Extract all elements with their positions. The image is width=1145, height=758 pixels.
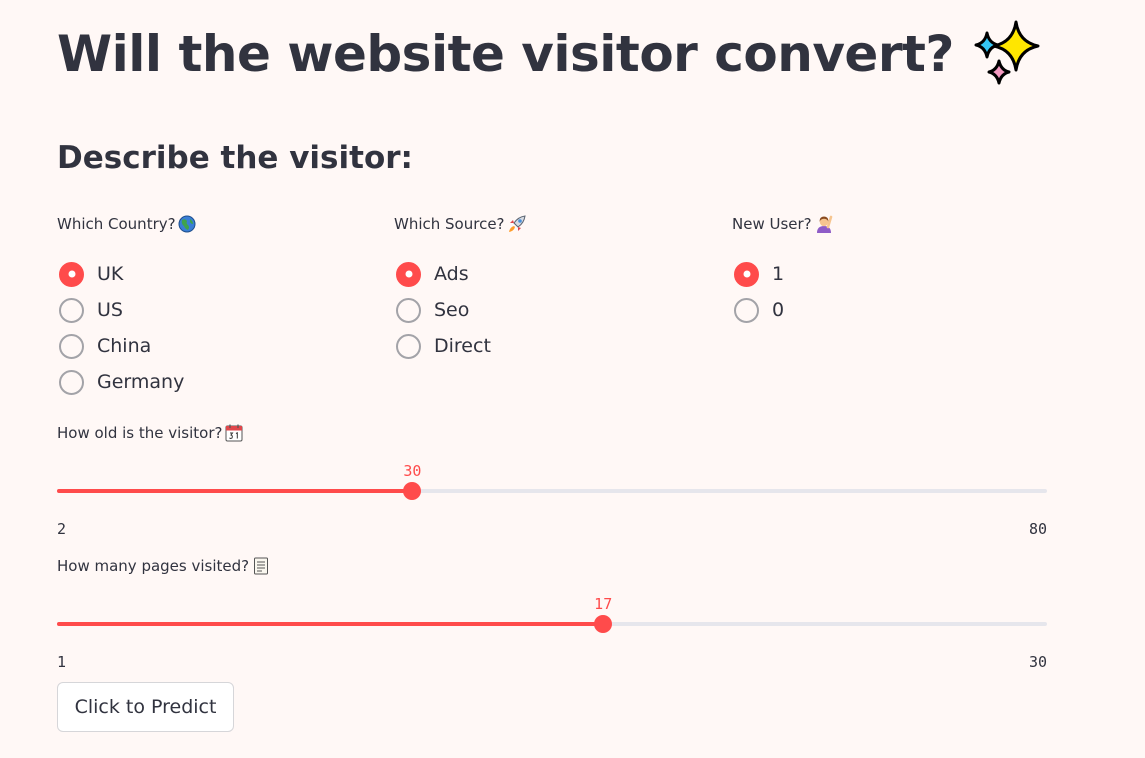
radio-circle[interactable] xyxy=(59,261,84,287)
age-slider: 30 2 80 xyxy=(57,447,1047,547)
source-option[interactable]: Direct xyxy=(394,328,527,364)
radio-circle[interactable] xyxy=(396,333,421,359)
age-slider-label-text: How old is the visitor? xyxy=(57,424,223,442)
radio-option-label: UK xyxy=(97,263,124,285)
radio-circle[interactable] xyxy=(734,261,759,287)
radio-circle[interactable] xyxy=(734,297,759,323)
new-user-options: 1 0 xyxy=(732,256,834,328)
pages-slider-fill xyxy=(57,622,604,626)
age-slider-block: How old is the visitor? 30 2 80 xyxy=(57,419,1047,547)
new-user-label: New User? xyxy=(732,210,834,238)
source-option[interactable]: Seo xyxy=(394,292,527,328)
radio-circle[interactable] xyxy=(59,297,84,323)
radio-circle[interactable] xyxy=(396,297,421,323)
country-option[interactable]: Germany xyxy=(57,364,196,400)
age-slider-track[interactable] xyxy=(57,489,1047,493)
new-user-option[interactable]: 0 xyxy=(732,292,834,328)
age-slider-value: 30 xyxy=(403,462,422,480)
radio-option-label: Direct xyxy=(434,335,491,357)
pages-slider-track[interactable] xyxy=(57,622,1047,626)
age-slider-max: 80 xyxy=(1028,520,1047,538)
globe-icon xyxy=(178,215,196,233)
pages-slider-max: 30 xyxy=(1028,653,1047,671)
country-radio-group: Which Country? UK US China Germany xyxy=(57,210,196,400)
radio-option-label: 1 xyxy=(772,263,785,285)
source-option[interactable]: Ads xyxy=(394,256,527,292)
scroll-icon xyxy=(251,556,271,576)
radio-circle[interactable] xyxy=(396,261,421,287)
radio-option-label: Ads xyxy=(434,263,469,285)
radio-option-label: Germany xyxy=(97,371,185,393)
new-user-radio-group: New User? 1 0 xyxy=(732,210,834,328)
radio-option-label: US xyxy=(97,299,123,321)
page-title-text: Will the website visitor convert? xyxy=(57,25,954,83)
country-label-text: Which Country? xyxy=(57,215,176,233)
new-user-label-text: New User? xyxy=(732,215,812,233)
country-label: Which Country? xyxy=(57,210,196,238)
predict-button[interactable]: Click to Predict xyxy=(57,682,234,732)
pages-slider-thumb[interactable] xyxy=(594,615,613,633)
radio-option-label: China xyxy=(97,335,152,357)
radio-option-label: 0 xyxy=(772,299,785,321)
rocket-icon xyxy=(507,214,527,234)
age-slider-thumb[interactable] xyxy=(403,482,422,500)
pages-slider-min: 1 xyxy=(57,653,67,671)
pages-slider-value: 17 xyxy=(594,595,613,613)
source-label-text: Which Source? xyxy=(394,215,505,233)
raising-hand-icon xyxy=(814,214,834,234)
radio-circle[interactable] xyxy=(59,333,84,359)
age-slider-label: How old is the visitor? xyxy=(57,419,1047,447)
source-label: Which Source? xyxy=(394,210,527,238)
source-radio-group: Which Source? Ads Seo Direct xyxy=(394,210,527,364)
country-option[interactable]: China xyxy=(57,328,196,364)
pages-slider-block: How many pages visited? 17 1 30 xyxy=(57,552,1047,680)
pages-slider: 17 1 30 xyxy=(57,580,1047,680)
pages-slider-label-text: How many pages visited? xyxy=(57,557,250,575)
age-slider-fill xyxy=(57,489,413,493)
source-options: Ads Seo Direct xyxy=(394,256,527,364)
radio-circle[interactable] xyxy=(59,369,84,395)
pages-slider-label: How many pages visited? xyxy=(57,552,1047,580)
calendar-icon xyxy=(224,423,244,443)
sparkles-icon xyxy=(970,18,1042,90)
new-user-option[interactable]: 1 xyxy=(732,256,834,292)
radio-option-label: Seo xyxy=(434,299,470,321)
page-title: Will the website visitor convert? xyxy=(57,18,1042,90)
age-slider-min: 2 xyxy=(57,520,67,538)
country-option[interactable]: UK xyxy=(57,256,196,292)
country-options: UK US China Germany xyxy=(57,256,196,400)
country-option[interactable]: US xyxy=(57,292,196,328)
section-heading: Describe the visitor: xyxy=(57,140,413,176)
